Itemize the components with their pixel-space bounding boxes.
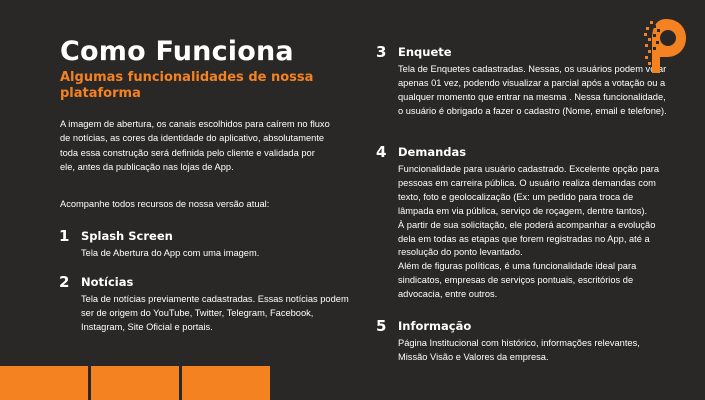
footer-bar	[91, 366, 179, 400]
feature-number: 4	[376, 143, 387, 161]
footer-bar	[0, 366, 88, 400]
feature-title: Informação	[398, 319, 472, 333]
feature-description-part: À partir de sua solicitação, ele poderá …	[398, 219, 656, 258]
feature-description-part: Funcionalidade para usuário cadastrado. …	[398, 164, 660, 216]
feature-description: Tela de Enquetes cadastradas. Nessas, os…	[398, 64, 667, 116]
intro-paragraph: A imagem de abertura, os canais escolhid…	[60, 119, 330, 173]
feature-title: Enquete	[398, 45, 452, 59]
pixel-p-logo-icon	[644, 19, 686, 73]
feature-number: 1	[59, 227, 70, 245]
feature-number: 5	[376, 317, 387, 335]
feature-title: Notícias	[81, 275, 134, 289]
slide: Como Funciona Algumas funcionalidades de…	[0, 0, 705, 400]
feature-description: Tela de notícias previamente cadastradas…	[81, 294, 349, 332]
feature-title: Demandas	[398, 145, 467, 159]
feature-number: 3	[376, 43, 387, 61]
footer-bar	[182, 366, 270, 400]
page-subtitle: Algumas funcionalidades de nossa platafo…	[60, 70, 314, 101]
page-title: Como Funciona	[60, 36, 294, 67]
feature-description: Tela de Abertura do App com uma imagem.	[81, 248, 260, 258]
intro-follow-up: Acompanhe todos recursos de nossa versão…	[60, 199, 270, 209]
feature-description: Página Institucional com histórico, info…	[398, 338, 640, 362]
feature-number: 2	[59, 273, 70, 291]
feature-description: Funcionalidade para usuário cadastrado. …	[398, 163, 670, 302]
feature-description-part: Além de figuras políticas, é uma funcion…	[398, 261, 637, 300]
feature-title: Splash Screen	[81, 229, 173, 243]
footer-decoration	[0, 366, 270, 400]
